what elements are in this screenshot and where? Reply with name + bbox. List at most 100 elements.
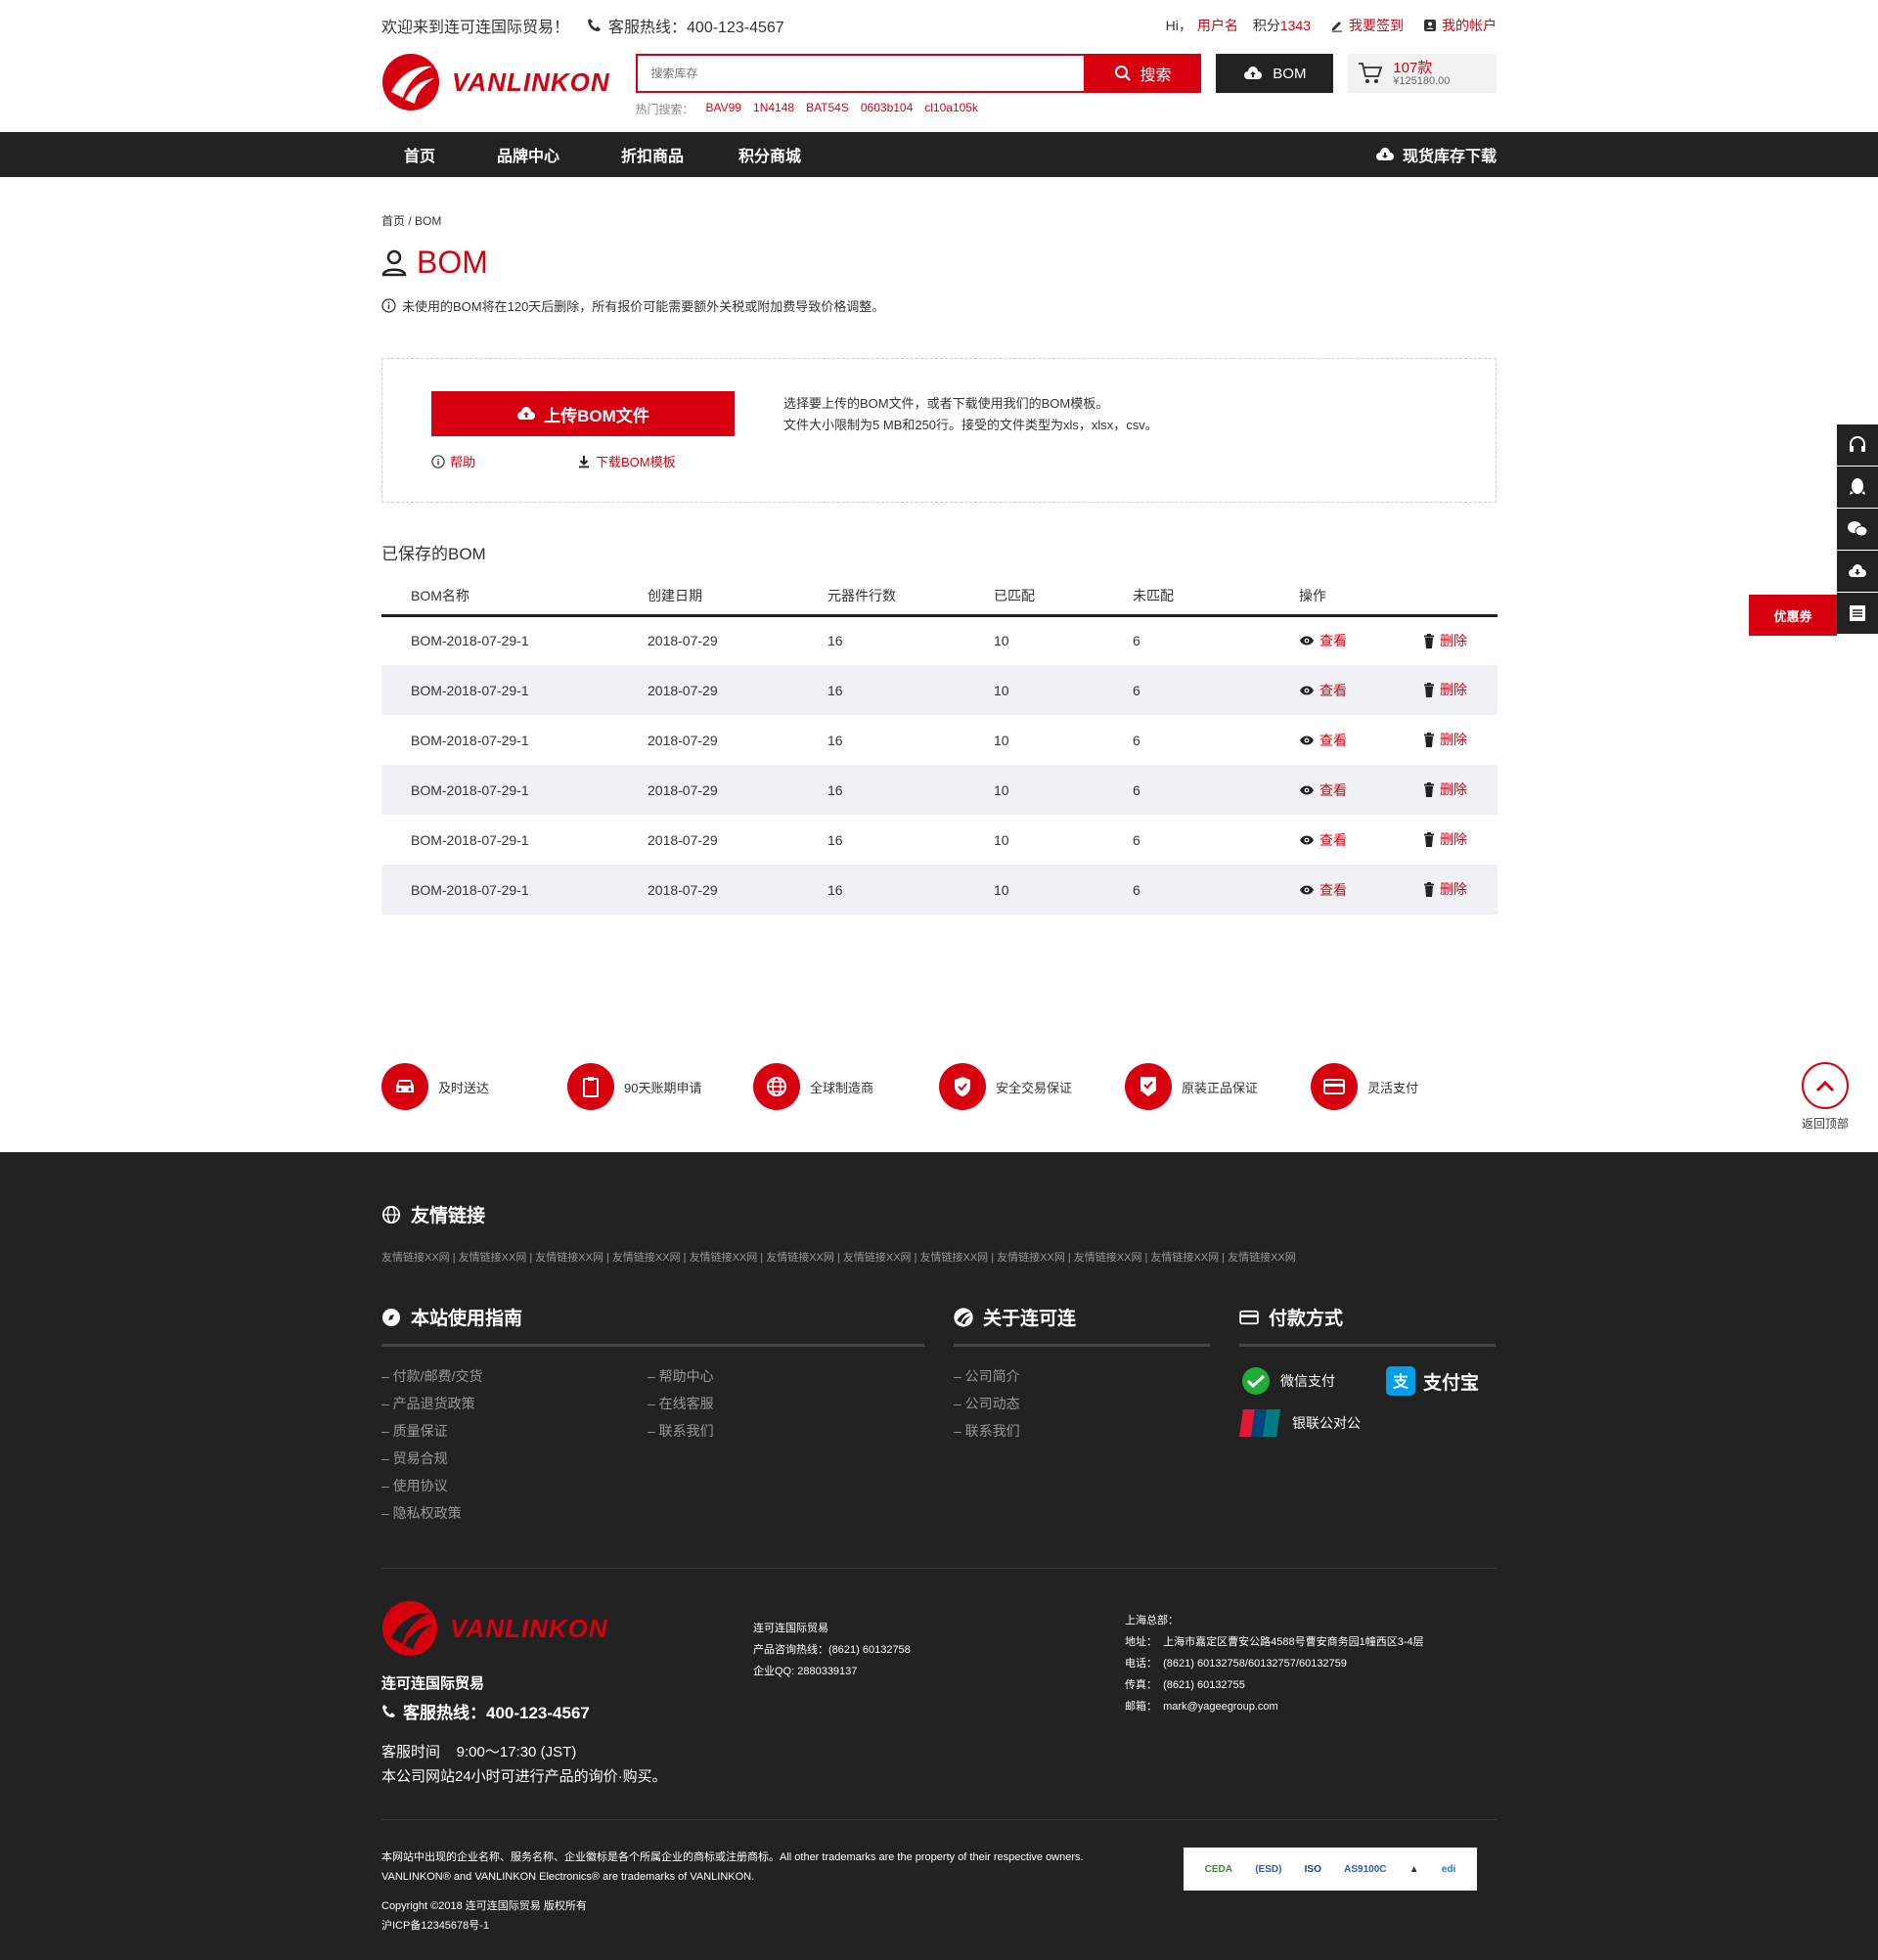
guide-link[interactable]: – 在线客服 <box>648 1390 714 1417</box>
side-toolbar <box>1837 424 1878 635</box>
help-link[interactable]: 帮助 <box>431 452 475 470</box>
cart-summary[interactable]: 107款 ¥125180.00 <box>1348 54 1498 93</box>
cert-badge: edi <box>1441 1863 1456 1875</box>
compass-icon <box>382 1308 400 1326</box>
headset-icon <box>1850 436 1865 452</box>
about-link[interactable]: – 公司简介 <box>954 1362 1210 1390</box>
bom-header-button[interactable]: BOM <box>1216 54 1334 93</box>
guide-link[interactable]: – 质量保证 <box>381 1417 648 1445</box>
action-cell: 删除 <box>1423 865 1498 914</box>
feature-item: 原装正品保证 <box>1125 1063 1311 1110</box>
payment-column: 付款方式 微信支付 支 支付宝 银联公对公 <box>1239 1304 1496 1527</box>
cloud-upload-icon <box>1244 67 1263 79</box>
hot-searches: 热门搜索： BAV99 1N4148 BAT54S 0603b104 cl10a… <box>635 101 978 117</box>
trash-icon <box>1424 831 1434 847</box>
delete-button[interactable]: 删除 <box>1423 730 1467 749</box>
guide-link[interactable]: – 隐私权政策 <box>381 1499 648 1527</box>
about-link[interactable]: – 公司动态 <box>954 1390 1210 1417</box>
view-button[interactable]: 查看 <box>1299 830 1347 850</box>
created-date-cell: 2018-07-29 <box>648 732 718 748</box>
hot-search-link[interactable]: 0603b104 <box>861 101 913 117</box>
back-to-top[interactable]: 返回顶部 <box>1801 1062 1849 1132</box>
guide-link[interactable]: – 帮助中心 <box>648 1362 714 1390</box>
view-button[interactable]: 查看 <box>1299 681 1347 700</box>
hot-search-link[interactable]: cl10a105k <box>924 101 978 117</box>
side-coupon-button[interactable] <box>1837 593 1878 634</box>
side-qq-button[interactable] <box>1837 467 1878 508</box>
friend-links[interactable]: 友情链接XX网 | 友情链接XX网 | 友情链接XX网 | 友情链接XX网 | … <box>381 1249 1497 1265</box>
feature-item: 安全交易保证 <box>939 1063 1125 1110</box>
table-row: BOM-2018-07-29-1 2018-07-29 16 10 6 查看 删除 <box>381 815 1498 865</box>
footer-logo: VANLINKON <box>381 1600 636 1657</box>
credit-card-icon <box>1239 1310 1259 1324</box>
cert-badge: AS9100C <box>1344 1863 1387 1875</box>
nav-item-discount[interactable]: 折扣商品 <box>582 143 706 166</box>
about-link[interactable]: – 联系我们 <box>954 1417 1210 1445</box>
line-count-cell: 16 <box>827 765 994 815</box>
phone-icon <box>382 1704 395 1717</box>
action-cell: 查看 <box>1299 715 1423 765</box>
action-cell: 查看 <box>1299 865 1423 914</box>
guide-link[interactable]: – 使用协议 <box>381 1472 648 1499</box>
upload-bom-button[interactable]: 上传BOM文件 <box>431 391 735 436</box>
side-support-button[interactable] <box>1837 424 1878 466</box>
nav-item-home[interactable]: 首页 <box>381 143 458 166</box>
coupon-tab[interactable]: 优惠券 <box>1749 595 1837 636</box>
delete-button[interactable]: 删除 <box>1423 829 1467 849</box>
bom-name-cell: BOM-2018-07-29-1 <box>381 865 648 914</box>
guide-link[interactable]: – 付款/邮费/交货 <box>381 1362 648 1390</box>
view-button[interactable]: 查看 <box>1299 731 1347 750</box>
table-row: BOM-2018-07-29-1 2018-07-29 16 10 6 查看 删除 <box>381 615 1498 665</box>
guide-link[interactable]: – 产品退货政策 <box>381 1390 648 1417</box>
cert-badge: ▲ <box>1408 1863 1419 1875</box>
table-row: BOM-2018-07-29-1 2018-07-29 16 10 6 查看 删除 <box>381 665 1498 715</box>
view-button[interactable]: 查看 <box>1299 780 1347 800</box>
download-template-link[interactable]: 下载BOM模板 <box>577 452 676 470</box>
search-input[interactable] <box>635 54 1085 93</box>
bom-name-cell: BOM-2018-07-29-1 <box>381 765 648 815</box>
hot-search-link[interactable]: BAV99 <box>706 101 741 117</box>
hot-search-link[interactable]: BAT54S <box>806 101 849 117</box>
side-download-button[interactable] <box>1837 551 1878 592</box>
view-button[interactable]: 查看 <box>1299 631 1347 650</box>
site-logo[interactable]: VANLINKON <box>381 53 636 111</box>
guide-link[interactable]: – 联系我们 <box>648 1417 714 1445</box>
matched-cell: 10 <box>994 765 1133 815</box>
user-icon <box>381 249 407 276</box>
unmatched-cell: 6 <box>1133 665 1299 715</box>
action-cell: 删除 <box>1423 615 1498 665</box>
delete-button[interactable]: 删除 <box>1423 879 1467 899</box>
username-link[interactable]: 用户名 <box>1197 16 1238 35</box>
delete-button[interactable]: 删除 <box>1423 631 1467 650</box>
account-link[interactable]: 我的帐户 <box>1423 16 1497 35</box>
upload-panel: 上传BOM文件 帮助 下载BOM模板 选择要上传的BOM文件，或者下载使用我们的… <box>381 358 1497 503</box>
col-header: 元器件行数 <box>827 578 994 617</box>
delete-button[interactable]: 删除 <box>1423 780 1467 799</box>
footer: 友情链接 友情链接XX网 | 友情链接XX网 | 友情链接XX网 | 友情链接X… <box>0 1152 1878 1960</box>
list-icon <box>1850 605 1865 621</box>
unmatched-cell: 6 <box>1133 732 1140 748</box>
col-header <box>1423 578 1498 617</box>
signin-link[interactable]: 我要签到 <box>1330 16 1404 35</box>
user-greeting: Hi， 用户名 积分 1343 <box>1165 16 1311 35</box>
nav-item-points-mall[interactable]: 积分商城 <box>706 143 824 166</box>
feature-item: 全球制造商 <box>753 1063 939 1110</box>
page-title: BOM <box>381 245 1497 281</box>
unmatched-cell: 6 <box>1133 633 1140 649</box>
view-button[interactable]: 查看 <box>1299 880 1347 900</box>
trash-icon <box>1424 633 1434 648</box>
nav-item-brands[interactable]: 品牌中心 <box>458 143 582 166</box>
matched-cell: 10 <box>994 732 1009 748</box>
feature-item: 90天账期申请 <box>567 1063 753 1110</box>
saved-bom-title: 已保存的BOM <box>381 545 486 563</box>
delete-button[interactable]: 删除 <box>1423 680 1467 699</box>
globe-icon <box>381 1205 401 1224</box>
stock-download-link[interactable]: 现货库存下载 <box>1375 143 1497 166</box>
guide-link[interactable]: – 贸易合规 <box>381 1445 648 1472</box>
side-wechat-button[interactable] <box>1837 509 1878 550</box>
search-button[interactable]: 搜索 <box>1084 54 1202 93</box>
info-icon <box>381 298 396 313</box>
hot-search-link[interactable]: 1N4148 <box>753 101 794 117</box>
created-date-cell: 2018-07-29 <box>648 831 718 848</box>
eye-icon <box>1300 885 1314 894</box>
